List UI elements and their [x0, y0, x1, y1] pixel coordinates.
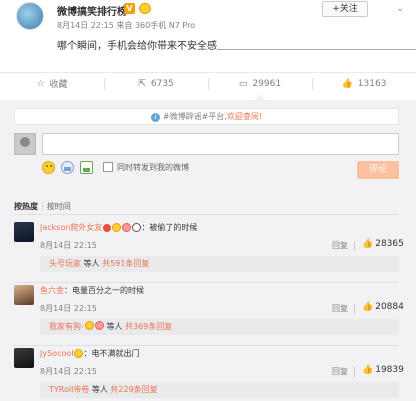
- emoji-icon[interactable]: [42, 160, 55, 174]
- comment-like-button[interactable]: 👍 20884: [362, 302, 404, 312]
- topic-banner[interactable]: i #微博辟谣#平台,欢迎查阅!: [14, 108, 399, 125]
- likes-count: 13163: [357, 78, 387, 89]
- tab-sort-hot[interactable]: 按热度: [14, 202, 38, 211]
- reply-button[interactable]: 回复: [332, 303, 348, 314]
- chevron-down-icon[interactable]: ⌄: [396, 4, 408, 14]
- post-text: 哪个瞬间，手机会给你带来不安全感＿＿＿＿＿＿＿＿＿＿＿＿＿＿＿＿＿＿＿＿＿: [57, 41, 416, 52]
- level-badge-icon: [122, 222, 132, 232]
- commenter-avatar[interactable]: [14, 285, 34, 305]
- comment-time: 8月14日 22:15: [40, 304, 97, 313]
- image-upload-icon[interactable]: [80, 160, 93, 174]
- star-outline-icon: ☆: [36, 78, 45, 89]
- like-button[interactable]: 👍 13163: [312, 73, 416, 94]
- vip-badge-icon: [84, 321, 94, 330]
- comment-bubble-icon: ▭: [238, 78, 248, 89]
- comments-button[interactable]: ▭ 29961: [208, 73, 312, 100]
- thumbs-up-icon: 👍: [362, 302, 374, 312]
- comment-like-count: 28365: [375, 239, 404, 249]
- tab-sort-time[interactable]: 按时间: [47, 202, 71, 211]
- comment-time: 8月14日 22:15: [40, 367, 97, 376]
- reply-button[interactable]: 回复: [332, 366, 348, 377]
- level-badge-icon: [94, 321, 104, 330]
- reply-mid: 等人: [83, 259, 100, 268]
- reply-button[interactable]: 回复: [332, 240, 348, 251]
- commenter-avatar[interactable]: [14, 348, 34, 368]
- verified-badge-icon: V: [124, 3, 135, 14]
- sticker-icon[interactable]: [61, 160, 74, 174]
- post-card: 微博搞笑排行榜 V 8月14日 22:15 来自 360手机 N7 Pro 哪个…: [0, 0, 416, 62]
- reply-user[interactable]: TYRoll帝卷: [49, 385, 89, 394]
- reply-summary[interactable]: 我家有狗- 等人 共369条回复: [40, 319, 399, 335]
- my-avatar: [14, 133, 36, 155]
- commenter-avatar[interactable]: [14, 222, 34, 242]
- comment-line: JySocool ：电不满就出门: [40, 348, 139, 359]
- favorite-label: 收藏: [49, 80, 68, 90]
- comment-like-count: 20884: [375, 302, 404, 312]
- sort-tabs: 按热度 | 按时间: [14, 201, 399, 215]
- comment-time: 8月14日 22:15: [40, 241, 97, 250]
- reply-count[interactable]: 共591条回复: [102, 259, 149, 268]
- action-bar: ☆ 收藏 ⇱ 6735 ▭ 29961 👍 13163: [0, 72, 416, 100]
- thumbs-up-icon: 👍: [341, 78, 353, 89]
- author-name[interactable]: 微博搞笑排行榜: [57, 3, 127, 18]
- emoji-badge-icon: [139, 3, 151, 14]
- reply-user[interactable]: 我家有狗-: [49, 322, 84, 331]
- reply-mid: 等人: [91, 385, 108, 394]
- comment-section: i #微博辟谣#平台,欢迎查阅! 同时转发到我的微博 评论 按热度 | 按时间 Jac…: [0, 100, 416, 401]
- favorite-button[interactable]: ☆ 收藏: [0, 73, 104, 94]
- repost-checkbox-label: 同时转发到我的微博: [117, 162, 189, 172]
- comment-line: 鱼六金：电量百分之一的时候: [40, 285, 144, 296]
- reply-count[interactable]: 共369条回复: [125, 322, 172, 331]
- info-icon: i: [150, 113, 160, 122]
- reply-summary[interactable]: TYRoll帝卷 等人 共229条回复: [40, 382, 399, 398]
- comment-like-button[interactable]: 👍 28365: [362, 239, 404, 249]
- commenter-name[interactable]: Jackson爬外女友: [40, 223, 102, 232]
- reply-mid: 等人: [106, 322, 123, 331]
- thumbs-up-icon: 👍: [362, 365, 374, 375]
- topic-prefix: #微博辟谣#平台,: [162, 112, 227, 121]
- repost-icon: ⇱: [138, 78, 146, 89]
- comment-input[interactable]: [42, 133, 399, 155]
- reply-user[interactable]: 头号玩家: [49, 259, 81, 268]
- commenter-name[interactable]: JySocool: [40, 349, 73, 358]
- follow-button[interactable]: +关注: [322, 1, 368, 17]
- topic-link[interactable]: 欢迎查阅!: [227, 112, 262, 121]
- comments-count: 29961: [252, 78, 282, 89]
- repost-button[interactable]: ⇱ 6735: [104, 73, 208, 94]
- vip-badge-icon: [112, 222, 122, 232]
- post-meta: 8月14日 22:15 来自 360手机 N7 Pro: [57, 21, 196, 30]
- author-avatar[interactable]: [16, 2, 44, 30]
- comment-text: ：电不满就出门: [83, 349, 140, 358]
- star-badge-icon: [103, 223, 112, 232]
- comment-like-button[interactable]: 👍 19839: [362, 365, 404, 375]
- submit-comment-button[interactable]: 评论: [357, 161, 399, 179]
- repost-checkbox[interactable]: [103, 162, 113, 172]
- comment-toolbar: 同时转发到我的微博: [42, 160, 189, 174]
- comment-like-count: 19839: [375, 365, 404, 375]
- comment-text: ：电量百分之一的时候: [64, 286, 144, 295]
- reply-summary[interactable]: 头号玩家 等人 共591条回复: [40, 256, 399, 272]
- thumbs-up-icon: 👍: [362, 239, 374, 249]
- comment-line: Jackson爬外女友 ：被偷了的时候: [40, 222, 197, 233]
- comment-text: ：被偷了的时候: [141, 223, 198, 232]
- commenter-name[interactable]: 鱼六金: [40, 286, 64, 295]
- reply-count[interactable]: 共229条回复: [110, 385, 157, 394]
- repost-count: 6735: [150, 78, 174, 89]
